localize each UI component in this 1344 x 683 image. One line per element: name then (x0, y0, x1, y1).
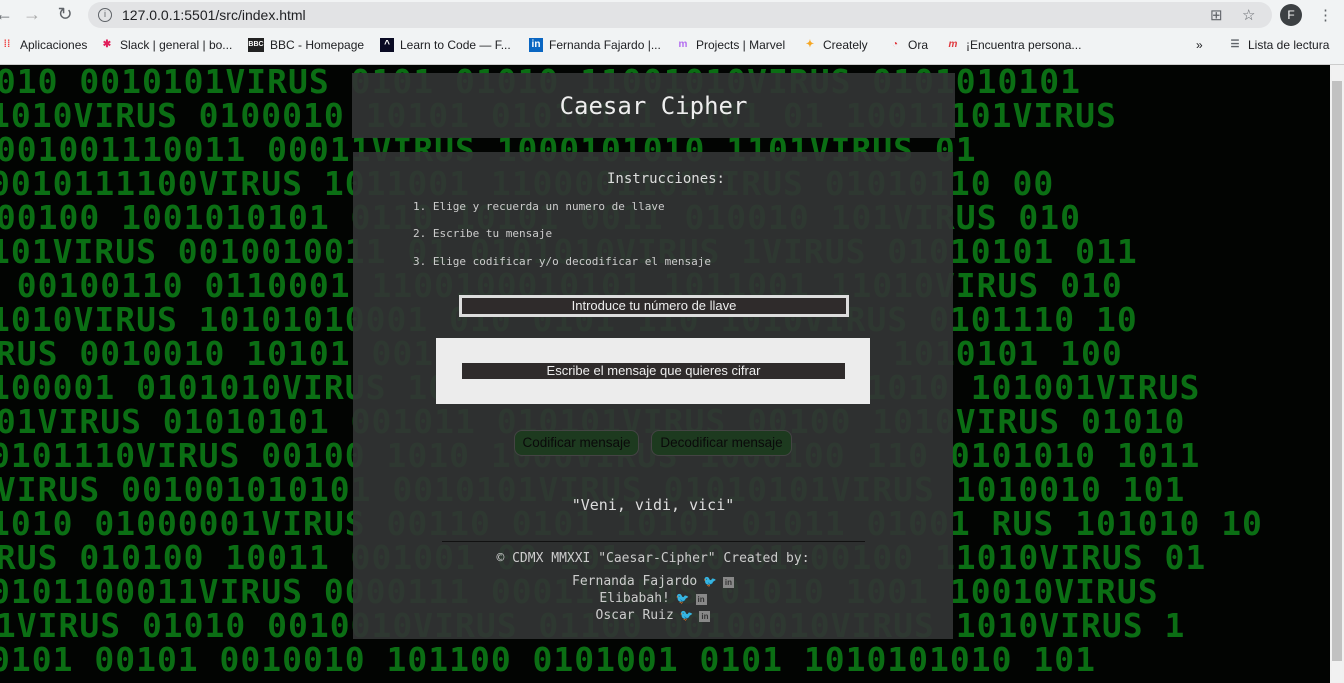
bookmark-label: Slack | general | bo... (120, 38, 233, 52)
instructions-title: Instrucciones: (606, 171, 725, 187)
profile-avatar[interactable]: F (1280, 4, 1302, 26)
linkedin-icon[interactable]: in (722, 577, 734, 588)
linkedin-icon[interactable]: in (695, 594, 707, 605)
bookmark-label: Creately (823, 38, 868, 52)
bookmark-label: ¡Encuentra persona... (966, 38, 1082, 52)
freecodecamp-icon: ^ (380, 38, 394, 52)
bbc-icon: BBC (248, 38, 264, 52)
divider (442, 541, 865, 542)
marvel-icon: m (678, 39, 688, 50)
instruction-step: 1. Elige y recuerda un numero de llave (413, 200, 665, 213)
author-row: Oscar Ruiz 🐦 in (353, 608, 953, 623)
scrollbar[interactable] (1330, 65, 1344, 683)
page-title: Caesar Cipher (559, 92, 748, 120)
back-icon[interactable]: ← (0, 4, 14, 24)
bookmark-label: BBC - Homepage (270, 38, 365, 52)
quote: "Veni, vidi, vici" (571, 496, 735, 514)
encode-button[interactable]: Codificar mensaje (514, 430, 639, 456)
bookmarks-bar: ⁞⁞ Aplicaciones ✱ Slack | general | bo... … (0, 32, 1344, 60)
apps-icon: ⁞⁞ (3, 39, 11, 50)
forward-icon[interactable]: → (22, 4, 42, 24)
info-icon[interactable]: i (98, 8, 112, 22)
browser-chrome: ← → ↻ i 127.0.0.1:5501/src/index.html ⊞ … (0, 0, 1344, 65)
linkedin-icon[interactable]: in (699, 611, 711, 622)
star-icon[interactable]: ☆ (1242, 6, 1255, 24)
m-icon: m (948, 39, 958, 50)
creately-icon: ✦ (805, 39, 815, 50)
bookmark-label: Ora (908, 38, 929, 52)
ora-icon: ◔ (891, 39, 899, 50)
bookmark-linkedin[interactable]: in Fernanda Fajardo |... (529, 38, 661, 52)
bookmark-freecodecamp[interactable]: ^ Learn to Code — F... (380, 38, 511, 52)
key-input[interactable]: Introduce tu número de llave (459, 295, 849, 317)
address-bar[interactable]: i 127.0.0.1:5501/src/index.html (88, 2, 1272, 28)
instruction-step: 3. Elige codificar y/o decodificar el me… (413, 255, 712, 268)
author-name: Fernanda Fajardo (572, 574, 698, 589)
linkedin-icon: in (529, 38, 543, 52)
bookmark-label: Projects | Marvel (696, 38, 786, 52)
header: Caesar Cipher (352, 73, 955, 138)
reload-icon[interactable]: ↻ (55, 4, 75, 24)
bookmark-marvel[interactable]: m Projects | Marvel (676, 38, 786, 52)
bookmark-label: Fernanda Fajardo |... (549, 38, 661, 52)
background-binary-line: 0101 00101 0010010 101100 0101001 0101 1… (0, 640, 1096, 679)
message-input[interactable]: Escribe el mensaje que quieres cifrar (462, 363, 845, 379)
author-row: Elibabah! 🐦 in (353, 591, 953, 606)
reading-list-icon: ☰ (1230, 39, 1240, 50)
bookmark-label: Learn to Code — F... (400, 38, 511, 52)
scrollbar-thumb[interactable] (1332, 81, 1342, 661)
author-row: Fernanda Fajardo 🐦 in (353, 574, 953, 589)
url-text: 127.0.0.1:5501/src/index.html (122, 7, 306, 23)
reading-list[interactable]: ☰ Lista de lectura (1228, 38, 1330, 52)
credits: © CDMX MMXXI "Caesar-Cipher" Created by: (496, 551, 810, 566)
decode-button[interactable]: Decodificar mensaje (651, 430, 792, 456)
instruction-step: 2. Escribe tu mensaje (413, 227, 553, 240)
slack-icon: ✱ (102, 39, 112, 50)
bookmark-ora[interactable]: ◔ Ora (888, 38, 928, 52)
message-box: Escribe el mensaje que quieres cifrar (436, 338, 870, 404)
bookmark-encuentra[interactable]: m ¡Encuentra persona... (946, 38, 1082, 52)
reading-list-label: Lista de lectura (1248, 38, 1330, 52)
translate-icon[interactable]: ⊞ (1210, 6, 1223, 24)
more-bookmarks-icon[interactable]: » (1196, 38, 1203, 52)
author-name: Elibabah! (599, 591, 670, 606)
twitter-icon[interactable]: 🐦 (703, 575, 717, 588)
menu-icon[interactable]: ⋮ (1318, 6, 1333, 24)
bookmark-bbc[interactable]: BBC BBC - Homepage (248, 38, 364, 52)
main-panel: Instrucciones: 1. Elige y recuerda un nu… (353, 152, 953, 639)
bookmark-label: Aplicaciones (20, 38, 88, 52)
author-name: Oscar Ruiz (595, 608, 674, 623)
twitter-icon[interactable]: 🐦 (676, 592, 690, 605)
bookmark-apps[interactable]: ⁞⁞ Aplicaciones (0, 38, 88, 52)
bookmark-slack[interactable]: ✱ Slack | general | bo... (100, 38, 233, 52)
twitter-icon[interactable]: 🐦 (680, 609, 694, 622)
bookmark-creately[interactable]: ✦ Creately (803, 38, 868, 52)
